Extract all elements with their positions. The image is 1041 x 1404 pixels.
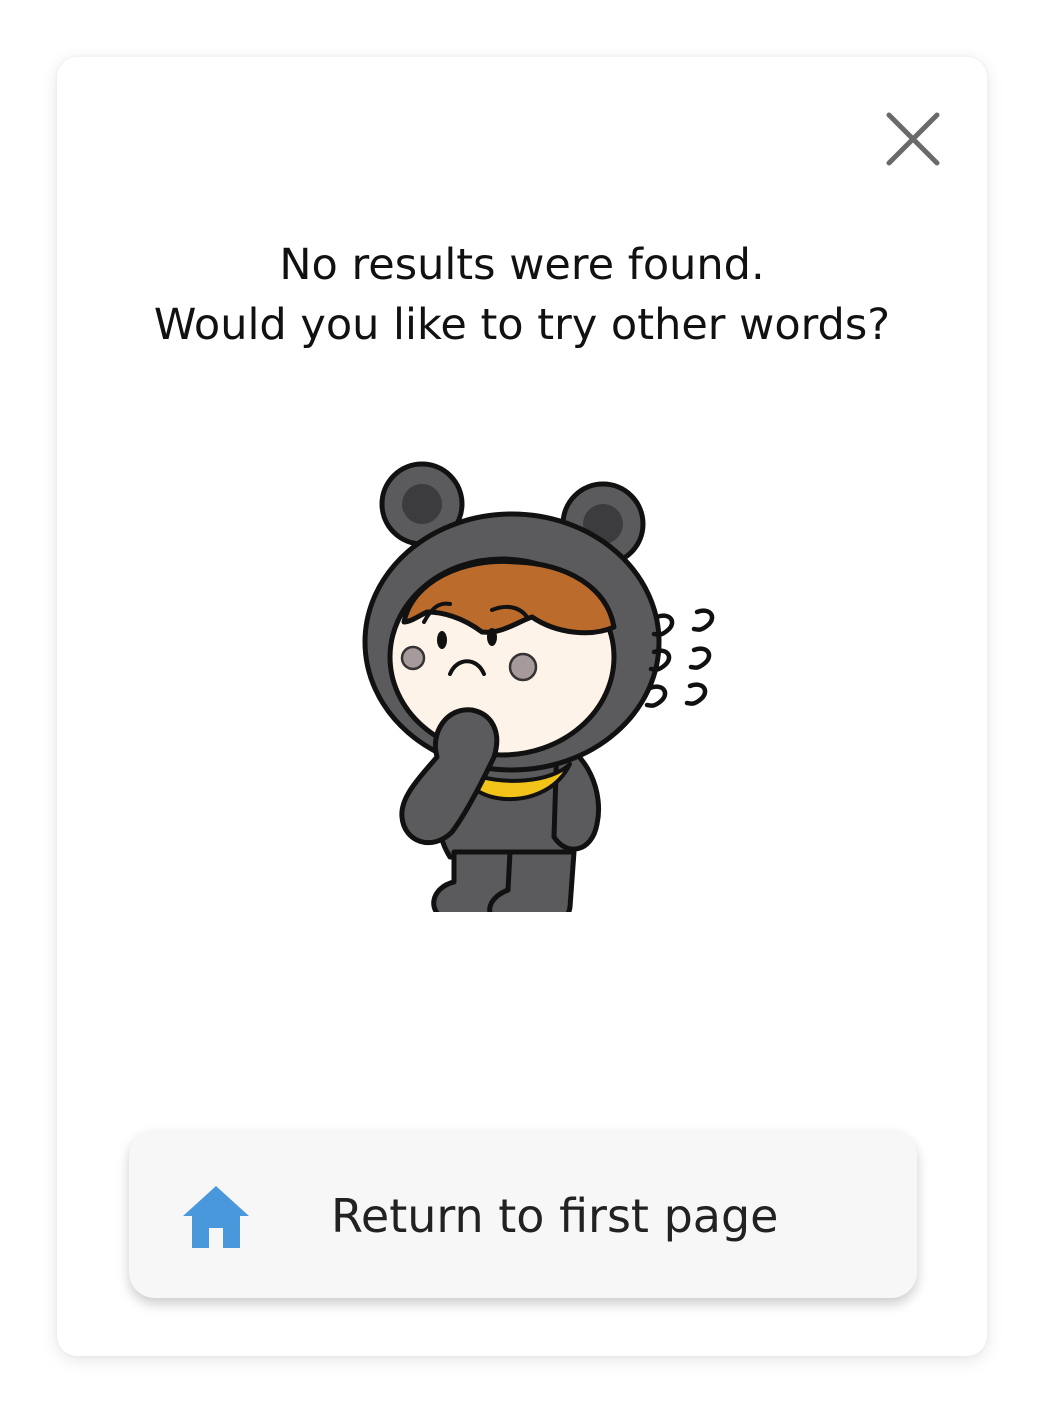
message-line-1: No results were found. [279, 240, 765, 290]
left-cheek [400, 645, 426, 671]
return-button-label: Return to first page [331, 1189, 779, 1243]
home-icon [183, 1186, 249, 1248]
no-results-dialog: No results were found. Would you like to… [57, 57, 987, 1356]
confused-bear-illustration [362, 461, 715, 912]
close-button[interactable] [885, 111, 941, 167]
close-icon [886, 112, 940, 166]
message-line-2: Would you like to try other words? [153, 300, 891, 350]
right-eye [487, 628, 497, 646]
return-to-first-page-button[interactable]: Return to first page [129, 1130, 917, 1298]
left-eye [437, 631, 447, 649]
no-results-message: No results were found. Would you like to… [57, 235, 987, 355]
right-cheek [508, 652, 538, 682]
